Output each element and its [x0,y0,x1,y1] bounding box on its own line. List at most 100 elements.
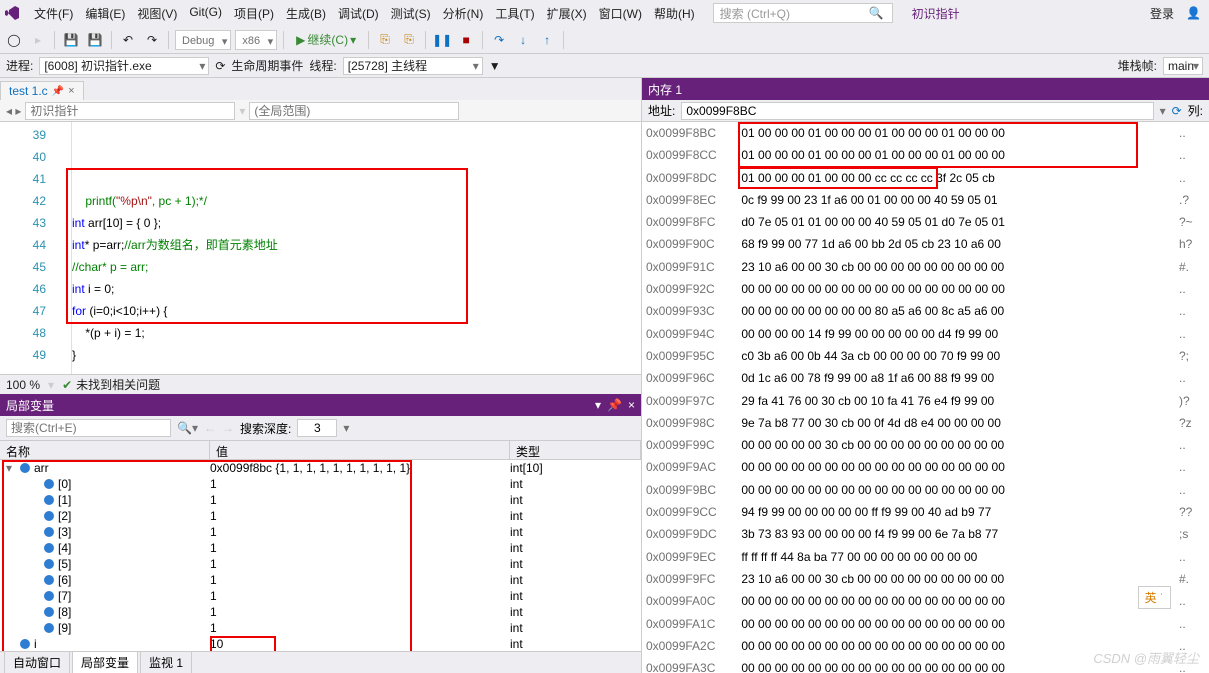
continue-button[interactable]: 继续(C) ▾ [290,31,362,48]
back-icon[interactable]: ◯ [4,30,24,50]
step-over-icon[interactable]: ↷ [489,30,509,50]
memory-row: 0x0099F9AC 00 00 00 00 00 00 00 00 00 00… [642,456,1209,478]
menu-item[interactable]: 工具(T) [489,1,540,26]
memory-row: 0x0099F9BC 00 00 00 00 00 00 00 00 00 00… [642,479,1209,501]
config-combo[interactable]: Debug [175,30,231,50]
locals-row[interactable]: [3]1int [0,524,641,540]
undo-icon[interactable]: ↶ [118,30,138,50]
lifecycle-icon[interactable]: ⟳ [215,59,225,73]
tab-watch[interactable]: 监视 1 [140,651,192,673]
nav-back-icon[interactable]: ← [204,421,216,435]
debug-icon-1[interactable]: ⎘ [375,30,395,50]
col-name[interactable]: 名称 [0,441,210,459]
locals-row[interactable]: [8]1int [0,604,641,620]
locals-row[interactable]: i10int [0,636,641,651]
refresh-icon[interactable]: ⟳ [1172,104,1182,118]
col-value[interactable]: 值 [210,441,510,459]
locals-title: 局部变量 [6,397,54,414]
menu-item[interactable]: 项目(P) [228,1,280,26]
issues-status[interactable]: 未找到相关问题 [62,376,160,393]
stop-icon[interactable]: ■ [456,30,476,50]
memory-header: 内存 1 [642,78,1209,100]
locals-row[interactable]: [4]1int [0,540,641,556]
step-out-icon[interactable]: ↑ [537,30,557,50]
tab-label: test 1.c [9,84,48,98]
navbar-arrows[interactable]: ◂ ▸ [6,104,21,118]
filter-icon[interactable]: ▼ [489,59,501,73]
save-icon[interactable]: 💾 [61,30,81,50]
memory-title: 内存 1 [648,81,682,98]
menu-item[interactable]: 视图(V) [131,1,183,26]
menu-item[interactable]: 生成(B) [280,1,332,26]
menu-item[interactable]: 测试(S) [385,1,437,26]
thread-label: 线程: [309,57,336,74]
addr-dropdown-icon[interactable]: ▾ [1160,104,1166,118]
thread-combo[interactable]: [25728] 主线程 [343,57,483,75]
tab-auto[interactable]: 自动窗口 [4,651,70,673]
debug-icon-2[interactable]: ⎘ [399,30,419,50]
process-bar: 进程: [6008] 初识指针.exe ⟳ 生命周期事件 线程: [25728]… [0,54,1209,78]
col-type[interactable]: 类型 [510,441,641,459]
user-icon[interactable]: 👤 [1186,6,1201,20]
memory-row: 0x0099F8DC 01 00 00 00 01 00 00 00 cc cc… [642,167,1209,189]
locals-search-input[interactable] [6,419,171,437]
save-all-icon[interactable]: 💾 [85,30,105,50]
menu-item[interactable]: Git(G) [183,1,228,26]
memory-row: 0x0099FA2C 00 00 00 00 00 00 00 00 00 00… [642,635,1209,657]
tab-locals[interactable]: 局部变量 [72,651,138,673]
locals-row[interactable]: [0]1int [0,476,641,492]
memory-body[interactable]: 0x0099F8BC 01 00 00 00 01 00 00 00 01 00… [642,122,1209,673]
locals-row[interactable]: [5]1int [0,556,641,572]
menu-item[interactable]: 文件(F) [28,1,79,26]
addr-input[interactable] [681,102,1153,120]
pause-icon[interactable]: ❚❚ [432,30,452,50]
menu-item[interactable]: 帮助(H) [648,1,701,26]
memory-row: 0x0099F9CC 94 f9 99 00 00 00 00 00 ff f9… [642,501,1209,523]
step-into-icon[interactable]: ↓ [513,30,533,50]
pin-icon[interactable]: 📌 [52,86,64,97]
editor-tabstrip: test 1.c 📌 × [0,78,641,100]
locals-row[interactable]: [9]1int [0,620,641,636]
menu-item[interactable]: 扩展(X) [541,1,593,26]
memory-row: 0x0099F9FC 23 10 a6 00 00 30 cb 00 00 00… [642,568,1209,590]
code-editor[interactable]: 3940414243444546474849 printf("%p\n", pc… [0,122,641,374]
memory-row: 0x0099F91C 23 10 a6 00 00 30 cb 00 00 00… [642,256,1209,278]
memory-row: 0x0099F9EC ff ff ff ff 44 8a ba 77 00 00… [642,546,1209,568]
addr-label: 地址: [648,102,675,119]
locals-row[interactable]: [6]1int [0,572,641,588]
window-close-icon[interactable]: × [628,398,635,412]
memory-row: 0x0099FA3C 00 00 00 00 00 00 00 00 00 00… [642,657,1209,673]
locals-header: 局部变量 ▾ 📌 × [0,394,641,416]
login-link[interactable]: 登录 [1142,1,1182,26]
process-combo[interactable]: [6008] 初识指针.exe [39,57,209,75]
redo-icon[interactable]: ↷ [142,30,162,50]
menu-item[interactable]: 窗口(W) [593,1,648,26]
locals-row[interactable]: [7]1int [0,588,641,604]
menu-item[interactable]: 分析(N) [437,1,490,26]
member-combo[interactable]: (全局范围) [249,102,459,120]
zoom-level[interactable]: 100 % [6,378,40,392]
stackframe-combo[interactable]: main [1163,57,1203,75]
file-tab[interactable]: test 1.c 📌 × [0,81,84,100]
memory-row: 0x0099F98C 9e 7a b8 77 00 30 cb 00 0f 4d… [642,412,1209,434]
menu-item[interactable]: 调试(D) [332,1,385,26]
window-dropdown-icon[interactable]: ▾ [595,398,601,412]
window-pin-icon[interactable]: 📌 [607,398,622,412]
locals-body[interactable]: ▾arr0x0099f8bc {1, 1, 1, 1, 1, 1, 1, 1, … [0,460,641,651]
main-toolbar: ◯ ▸ 💾 💾 ↶ ↷ Debug x86 继续(C) ▾ ⎘ ⎘ ❚❚ ■ ↷… [0,26,1209,54]
scope-combo[interactable]: 初识指针 [25,102,235,120]
forward-icon[interactable]: ▸ [28,30,48,50]
locals-row[interactable]: [1]1int [0,492,641,508]
nav-fwd-icon[interactable]: → [222,421,234,435]
depth-combo[interactable]: 3 [297,419,337,437]
search-box[interactable]: 搜索 (Ctrl+Q) [713,3,893,23]
platform-combo[interactable]: x86 [235,30,277,50]
locals-row[interactable]: ▾arr0x0099f8bc {1, 1, 1, 1, 1, 1, 1, 1, … [0,460,641,476]
locals-row[interactable]: [2]1int [0,508,641,524]
lifecycle-label: 生命周期事件 [231,57,303,74]
close-tab-icon[interactable]: × [68,85,74,97]
menu-item[interactable]: 编辑(E) [79,1,131,26]
memory-row: 0x0099F96C 0d 1c a6 00 78 f9 99 00 a8 1f… [642,367,1209,389]
memory-row: 0x0099F97C 29 fa 41 76 00 30 cb 00 10 fa… [642,390,1209,412]
search-dropdown-icon[interactable]: 🔍▾ [177,421,198,435]
